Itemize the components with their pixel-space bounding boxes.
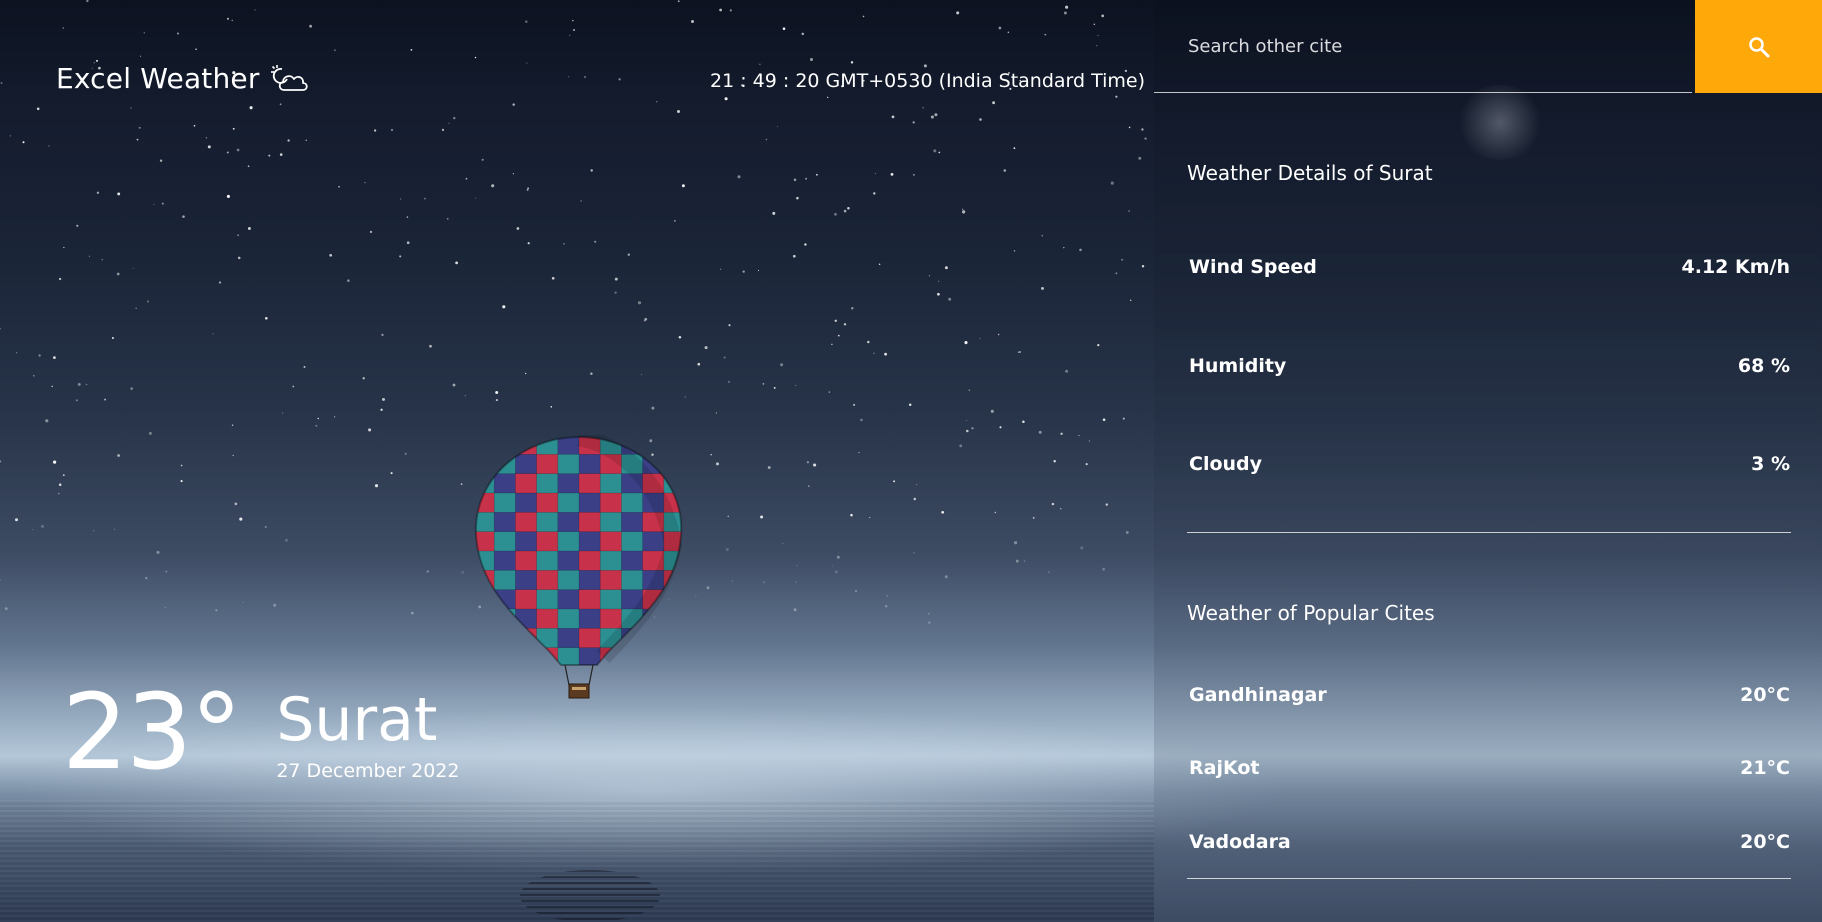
current-time: 21 : 49 : 20 GMT+0530 (India Standard Ti… — [710, 70, 1146, 92]
popular-city-name: Vadodara — [1189, 831, 1291, 853]
detail-label: Cloudy — [1189, 453, 1263, 475]
detail-label: Wind Speed — [1189, 256, 1317, 278]
popular-city-name: Gandhinagar — [1189, 684, 1327, 706]
detail-value: 3 % — [1751, 453, 1790, 475]
detail-row-cloudy: Cloudy 3 % — [1189, 453, 1790, 475]
search-icon — [1748, 36, 1769, 57]
search-input[interactable] — [1154, 0, 1692, 93]
popular-city-vadodara[interactable]: Vadodara 20°C — [1189, 831, 1790, 853]
detail-value: 4.12 Km/h — [1681, 256, 1790, 278]
app-viewport: Excel Weather 21 : 49 : 20 GMT+0530 (Ind… — [0, 0, 1822, 922]
divider — [1187, 878, 1791, 879]
app-title: Excel Weather — [56, 62, 260, 95]
popular-city-rajkot[interactable]: RajKot 21°C — [1189, 757, 1790, 779]
detail-label: Humidity — [1189, 355, 1287, 377]
popular-city-gandhinagar[interactable]: Gandhinagar 20°C — [1189, 684, 1790, 706]
hot-air-balloon-image — [473, 428, 685, 705]
popular-cities-title: Weather of Popular Cites — [1187, 601, 1435, 625]
popular-city-temp: 20°C — [1740, 684, 1790, 706]
divider — [1187, 532, 1791, 533]
search-button[interactable] — [1695, 0, 1822, 93]
current-date: 27 December 2022 — [276, 760, 460, 782]
popular-city-temp: 20°C — [1740, 831, 1790, 853]
city-info: Surat 27 December 2022 — [276, 682, 459, 782]
brand: Excel Weather — [56, 62, 310, 95]
detail-row-wind-speed: Wind Speed 4.12 Km/h — [1189, 256, 1790, 278]
popular-city-name: RajKot — [1189, 757, 1260, 779]
search-bar — [1154, 0, 1822, 94]
detail-row-humidity: Humidity 68 % — [1189, 355, 1790, 377]
balloon-reflection — [520, 870, 660, 922]
weather-details-title: Weather Details of Surat — [1187, 161, 1433, 185]
current-city-name: Surat — [276, 685, 438, 755]
popular-city-temp: 21°C — [1740, 757, 1790, 779]
cloud-moon-icon — [270, 63, 310, 95]
detail-value: 68 % — [1737, 355, 1790, 377]
current-weather: 23° Surat 27 December 2022 — [62, 671, 459, 793]
current-temperature: 23° — [62, 671, 242, 793]
